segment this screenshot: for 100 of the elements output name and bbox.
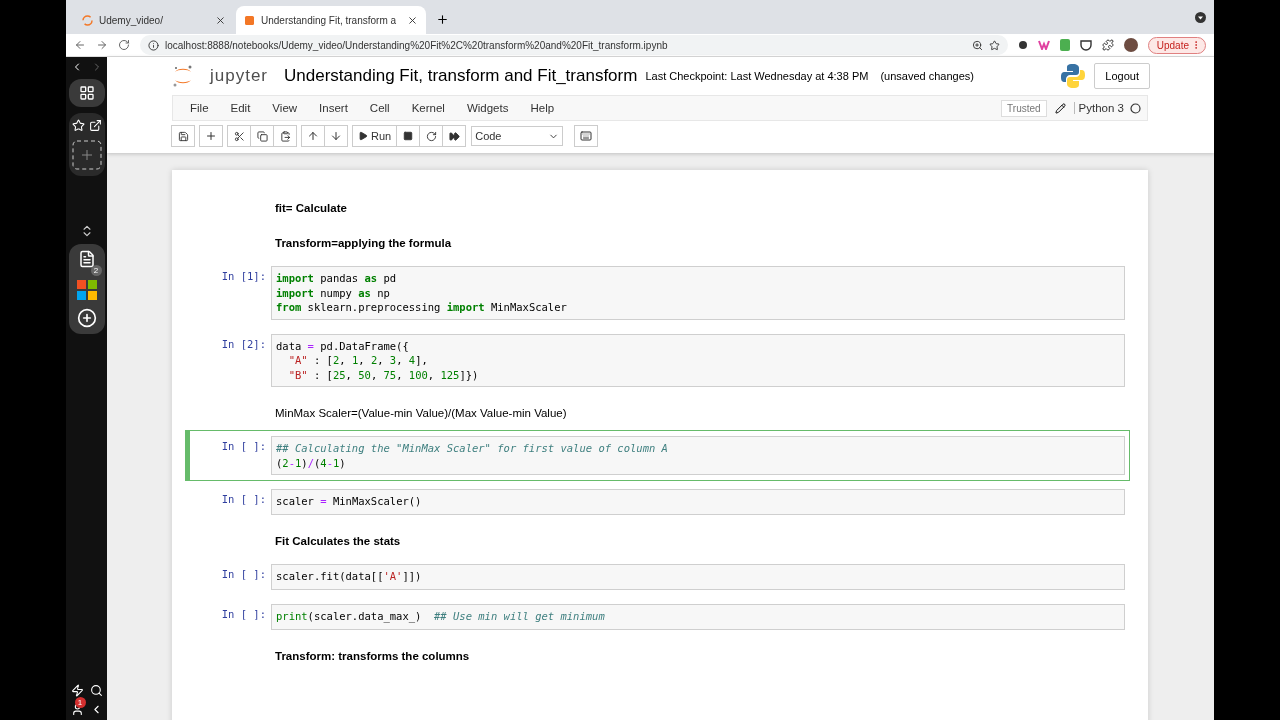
bolt-icon[interactable] <box>70 684 84 697</box>
markdown-heading: Transform=applying the formula <box>275 237 452 249</box>
edit-icon[interactable] <box>1054 102 1066 114</box>
pocket-icon[interactable] <box>1079 39 1092 51</box>
scissors-icon <box>233 130 245 142</box>
forward-icon[interactable] <box>96 39 108 51</box>
extension-icon[interactable] <box>1017 40 1028 50</box>
speed-dial-icon[interactable] <box>78 85 95 101</box>
copy-button[interactable] <box>250 125 274 147</box>
unsaved-status: (unsaved changes) <box>880 70 974 82</box>
code-line: ## Calculating the "MinMax Scaler" for first value of column A <box>276 441 669 456</box>
logout-button[interactable]: Logout <box>1094 63 1150 89</box>
jupyter-favicon-icon <box>82 14 93 26</box>
code-line: "B" : [25, 50, 75, 100, 125]}) <box>287 367 480 382</box>
copy-icon <box>256 130 268 142</box>
trusted-indicator[interactable]: Trusted <box>1001 99 1047 117</box>
menu-item[interactable]: Cell <box>358 102 401 114</box>
notebook-title[interactable]: Understanding Fit, transform and Fit_transform <box>284 66 638 86</box>
save-button[interactable] <box>171 125 195 147</box>
move-up-button[interactable] <box>301 125 325 147</box>
save-icon <box>177 130 189 142</box>
add-icon[interactable] <box>76 308 97 328</box>
address-bar[interactable]: localhost:8888/notebooks/Udemy_video/Understanding%20Fit%2C%20transform%20and%20Fit_transform.ipynb <box>140 35 1008 55</box>
interrupt-button[interactable] <box>396 125 421 147</box>
code-input[interactable]: import pandas as pd import numpy as np from sklearn.preprocessing import MinMaxScaler <box>271 266 1125 320</box>
document-icon[interactable] <box>77 250 96 268</box>
menu-item[interactable]: Help <box>519 102 566 114</box>
code-cell[interactable]: In [2]: data = pd.DataFrame({ "A" : [2, 1, 2, 3, 4], "B" : [25, 50, 75, 100, 125]}) <box>185 327 1130 393</box>
extensions-puzzle-icon[interactable] <box>1101 39 1114 51</box>
cut-button[interactable] <box>227 125 251 147</box>
zoom-icon[interactable] <box>971 39 983 51</box>
tab-count-badge: 2 <box>90 265 102 276</box>
notebook-favicon-icon <box>244 14 255 26</box>
tab-search-icon[interactable] <box>1195 12 1206 23</box>
move-down-button[interactable] <box>324 125 348 147</box>
search-icon[interactable] <box>89 684 103 697</box>
code-line: import numpy as np <box>276 285 391 300</box>
browser-tab[interactable]: Understanding Fit, transform a <box>236 6 426 34</box>
close-icon[interactable] <box>215 14 226 26</box>
restart-icon <box>425 130 437 142</box>
code-input[interactable]: ## Calculating the "MinMax Scaler" for first value of column A (2-1)/(4-1) <box>271 436 1125 475</box>
info-icon[interactable] <box>148 39 159 51</box>
close-icon[interactable] <box>407 14 418 26</box>
markdown-heading: Fit Calculates the stats <box>275 535 401 547</box>
insert-cell-button[interactable] <box>199 125 223 147</box>
fast-forward-icon <box>448 130 460 142</box>
menu-item[interactable]: View <box>261 102 309 114</box>
update-button[interactable]: Update <box>1147 36 1206 54</box>
jupyter-logo-icon <box>172 64 194 88</box>
reload-icon[interactable] <box>118 39 130 51</box>
run-button[interactable]: Run <box>352 125 398 147</box>
code-cell[interactable]: In [ ]: print(scaler.data_max_) ## Use min will get minimum <box>185 598 1130 636</box>
new-tab-icon[interactable] <box>436 13 449 26</box>
paste-icon <box>279 130 291 142</box>
avatar-icon[interactable] <box>1123 38 1138 52</box>
cell-type-select[interactable]: Code <box>471 126 564 146</box>
arrow-up-icon <box>307 130 319 142</box>
kernel-name: Python 3 <box>1073 102 1124 114</box>
notification-badge: 1 <box>74 697 86 708</box>
external-link-icon[interactable] <box>88 119 102 132</box>
run-all-button[interactable] <box>442 125 467 147</box>
input-prompt: In [2]: <box>220 336 267 352</box>
bookmark-star-icon[interactable] <box>988 39 1000 51</box>
play-icon <box>358 131 368 141</box>
profile-icon[interactable] <box>70 703 84 716</box>
keyboard-icon <box>580 130 593 142</box>
code-line: print(scaler.data_max_) ## Use min will get minimum <box>276 609 606 624</box>
code-input[interactable]: data = pd.DataFrame({ "A" : [2, 1, 2, 3, 4], "B" : [25, 50, 75, 100, 125]}) <box>271 333 1125 387</box>
menu-item[interactable]: Edit <box>219 102 262 114</box>
markdown-heading: fit= Calculate <box>275 202 347 214</box>
menu-item[interactable]: Insert <box>308 102 359 114</box>
back-icon[interactable] <box>74 39 86 51</box>
input-prompt: In [1]: <box>220 269 267 284</box>
code-line: scaler = MinMaxScaler() <box>276 494 423 509</box>
code-input[interactable]: print(scaler.data_max_) ## Use min will get minimum <box>271 604 1125 630</box>
input-prompt: In [ ]: <box>220 492 267 507</box>
code-cell[interactable]: In [ ]: scaler.fit(data[['A']]) <box>185 558 1130 596</box>
code-line: data = pd.DataFrame({ <box>276 338 410 353</box>
windows-logo-icon[interactable] <box>76 280 97 300</box>
code-line: (2-1)/(4-1) <box>276 455 347 470</box>
browser-tab[interactable]: Udemy_video/ <box>74 6 234 34</box>
star-icon[interactable] <box>71 119 85 132</box>
code-input[interactable]: scaler = MinMaxScaler() <box>271 489 1125 515</box>
code-cell[interactable]: In [ ]: scaler = MinMaxScaler() <box>185 483 1130 521</box>
add-dashed-icon[interactable] <box>71 140 102 170</box>
command-palette-button[interactable] <box>574 125 599 147</box>
code-line: scaler.fit(data[['A']]) <box>276 569 423 584</box>
input-prompt: In [ ]: <box>220 439 267 454</box>
input-prompt: In [ ]: <box>220 607 267 622</box>
code-cell[interactable]: In [1]: import pandas as pd import numpy as np from sklearn.preprocessing import MinMaxScaler <box>185 260 1130 326</box>
code-line: import pandas as pd <box>276 271 398 286</box>
selected-code-cell[interactable]: In [ ]: ## Calculating the "MinMax Scaler" for first value of column A (2-1)/(4-1) <box>185 430 1130 481</box>
paste-button[interactable] <box>273 125 297 147</box>
code-input[interactable]: scaler.fit(data[['A']]) <box>271 564 1125 590</box>
menu-item[interactable]: Kernel <box>400 102 456 114</box>
menu-item[interactable]: Widgets <box>455 102 520 114</box>
input-prompt: In [ ]: <box>220 567 267 582</box>
restart-button[interactable] <box>419 125 444 147</box>
python-logo-icon <box>1060 63 1087 89</box>
menu-item[interactable]: File <box>179 102 220 114</box>
